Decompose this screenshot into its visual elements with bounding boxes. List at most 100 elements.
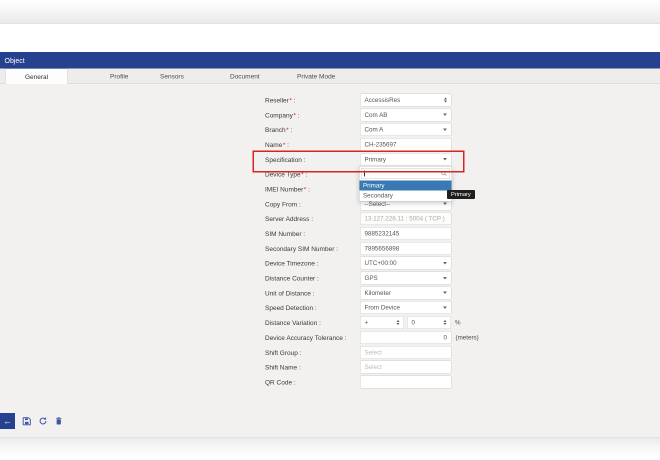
tab-private-mode[interactable]: Private Mode — [297, 69, 335, 85]
field-label-specification: Specification : — [265, 156, 305, 164]
dropdown-search-input[interactable] — [361, 168, 450, 179]
tab-document[interactable]: Document — [230, 69, 260, 85]
field-label-company: Company* : — [265, 111, 299, 119]
select-value: AccessisRes — [365, 96, 442, 103]
refresh-button[interactable] — [39, 417, 48, 426]
required-asterisk: * — [304, 185, 307, 193]
form-row-secondary-sim-number: Secondary SIM Number : 7895656898 — [0, 241, 660, 256]
field-label-reseller: Reseller* : — [265, 96, 295, 104]
field-label-sim-number: SIM Number : — [265, 230, 305, 238]
specification-dropdown-panel: Primary Secondary — [359, 166, 452, 202]
field-control: Select — [360, 361, 452, 374]
input-shift-name[interactable]: Select — [360, 361, 452, 374]
select-value: Kilometer — [365, 289, 441, 296]
field-label-distance-counter: Distance Counter : — [265, 274, 319, 282]
caret-down-icon — [443, 306, 447, 309]
delete-button[interactable] — [55, 417, 64, 426]
form-row-company: Company* : Com AB — [0, 107, 660, 122]
input-shift-group[interactable]: Select — [360, 346, 452, 359]
select-value: From Device — [365, 304, 441, 311]
input-value: 9885232145 — [365, 230, 400, 237]
select-device-timezone[interactable]: UTC+00:00 — [360, 257, 452, 270]
select-value: Primary — [365, 156, 441, 163]
tab-general[interactable]: General — [5, 69, 68, 85]
field-label-shift-name: Shift Name : — [265, 363, 301, 371]
form-row-branch: Branch* :Com A — [0, 122, 660, 137]
select-reseller[interactable]: AccessisRes — [360, 93, 452, 106]
caret-down-icon — [443, 292, 447, 295]
updown-arrows-icon — [444, 320, 447, 325]
form-row-unit-of-distance: Unit of Distance : Kilometer — [0, 285, 660, 300]
select-unit-of-distance[interactable]: Kilometer — [360, 286, 452, 299]
form-rows: Reseller* : AccessisRes Company* : Com AB Br… — [0, 93, 660, 390]
input-name[interactable]: CH-235697 — [360, 138, 452, 151]
tab-sensors[interactable]: Sensors — [160, 69, 184, 85]
select-company[interactable]: Com AB — [360, 108, 452, 121]
form-row-imei-number: IMEI Number* : — [0, 182, 660, 197]
form-row-distance-counter: Distance Counter : GPS — [0, 271, 660, 286]
search-icon — [441, 171, 447, 177]
required-asterisk: * — [301, 170, 304, 178]
field-control: Primary — [360, 153, 452, 166]
select-branch[interactable]: Com A — [360, 123, 452, 136]
panel-header: Object — [0, 52, 660, 69]
field-label-speed-detection: Speed Detection : — [265, 304, 317, 312]
field-control: Kilometer — [360, 286, 452, 299]
form-row-server-address: Server Address : 13.127.228.11 : 5004 ( T… — [0, 211, 660, 226]
form-row-qr-code: QR Code : — [0, 375, 660, 390]
arrow-up-icon — [444, 320, 447, 322]
form-row-distance-variation: Distance Variation : +0% — [0, 315, 660, 330]
input-secondary-sim-number[interactable]: 7895656898 — [360, 242, 452, 255]
form-row-copy-from: Copy From :--Select-- — [0, 196, 660, 211]
arrow-down-icon — [444, 100, 447, 102]
form-row-device-type: Device Type* : — [0, 167, 660, 182]
field-label-server-address: Server Address : — [265, 215, 313, 223]
form-row-shift-group: Shift Group : Select — [0, 345, 660, 360]
select-speed-detection[interactable]: From Device — [360, 301, 452, 314]
field-control: 13.127.228.11 : 5004 ( TCP ) — [360, 212, 452, 225]
arrow-up-icon — [397, 320, 400, 322]
required-asterisk: * — [286, 126, 289, 134]
select-value: Com A — [365, 126, 441, 133]
input-sim-number[interactable]: 9885232145 — [360, 227, 452, 240]
select-value: Com AB — [365, 111, 441, 118]
dropdown-option-secondary[interactable]: Secondary — [360, 191, 452, 201]
caret-down-icon — [443, 277, 447, 280]
field-control — [360, 375, 452, 388]
select-value: GPS — [365, 275, 441, 282]
field-control: +0% — [360, 316, 461, 329]
required-asterisk: * — [283, 141, 286, 149]
field-control: Com AB — [360, 108, 452, 121]
input-device-accuracy-tolerance[interactable]: 0 — [360, 331, 452, 344]
field-control: UTC+00:00 — [360, 257, 452, 270]
field-label-qr-code: QR Code : — [265, 378, 296, 386]
field-label-copy-from: Copy From : — [265, 200, 301, 208]
tab-profile[interactable]: Profile — [110, 69, 128, 85]
dropdown-option-primary[interactable]: Primary — [360, 181, 452, 191]
input-server-address: 13.127.228.11 : 5004 ( TCP ) — [360, 212, 452, 225]
field-label-secondary-sim-number: Secondary SIM Number : — [265, 245, 338, 253]
form-row-name: Name* :CH-235697 — [0, 137, 660, 152]
input-qr-code[interactable] — [360, 375, 452, 388]
form-row-device-accuracy-tolerance: Device Accuracy Tolerance :0(meters) — [0, 330, 660, 345]
select-distance-counter[interactable]: GPS — [360, 272, 452, 285]
refresh-icon — [39, 417, 48, 426]
field-label-distance-variation: Distance Variation : — [265, 319, 321, 327]
field-label-unit-of-distance: Unit of Distance : — [265, 289, 315, 297]
field-control: Select — [360, 346, 452, 359]
field-control: 9885232145 — [360, 227, 452, 240]
variation-value-stepper[interactable]: 0 — [407, 316, 451, 329]
unit-label: % — [455, 319, 461, 326]
unit-label: (meters) — [456, 334, 479, 341]
select-specification[interactable]: Primary — [360, 153, 452, 166]
input-value: Select — [365, 364, 382, 371]
variation-sign-stepper[interactable]: + — [360, 316, 404, 329]
back-button[interactable]: ← — [0, 413, 15, 429]
save-button[interactable] — [22, 416, 32, 426]
field-label-shift-group: Shift Group : — [265, 349, 302, 357]
field-label-device-type: Device Type* : — [265, 170, 307, 178]
form-row-shift-name: Shift Name : Select — [0, 360, 660, 375]
arrow-down-icon — [397, 323, 400, 325]
field-control: 7895656898 — [360, 242, 452, 255]
field-control: AccessisRes — [360, 93, 452, 106]
